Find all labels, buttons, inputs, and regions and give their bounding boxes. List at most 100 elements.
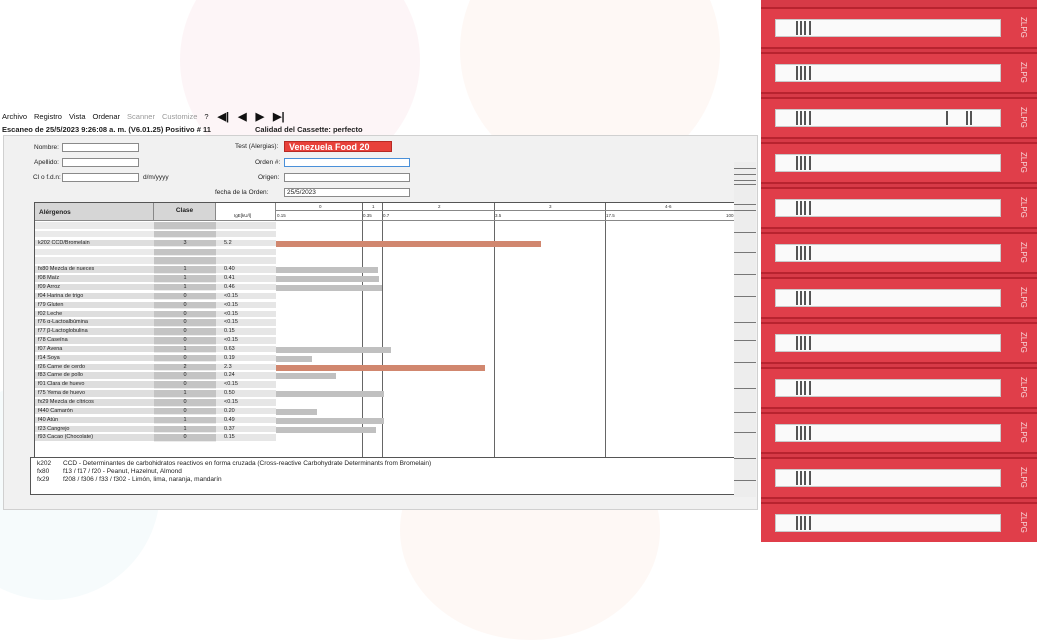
table-row[interactable] — [35, 222, 276, 230]
strip-window — [775, 199, 1001, 217]
table-row[interactable]: f440 Camarón 0 0.20 — [35, 407, 276, 416]
allergen-name: f83 Carne de pollo — [35, 372, 154, 380]
dob-hint: d/m/yyyy — [143, 174, 169, 181]
allergen-class: 0 — [154, 292, 216, 301]
table-row[interactable]: k202 CCD/Bromelain 3 5.2 — [35, 239, 276, 248]
table-row[interactable]: f40 Atún 1 0.49 — [35, 416, 276, 425]
control-line — [809, 21, 811, 35]
control-line — [796, 516, 798, 530]
table-row[interactable]: fx29 Mezcla de cítricos 0 <0.15 — [35, 399, 276, 407]
table-row[interactable]: f93 Cacao (Chocolate) 0 0.15 — [35, 434, 276, 442]
control-line — [809, 516, 811, 530]
table-row[interactable]: f09 Arroz 1 0.46 — [35, 283, 276, 292]
strip-window — [775, 424, 1001, 442]
allergen-class: 2 — [154, 363, 216, 372]
allergen-value: 0.15 — [216, 434, 276, 442]
control-line — [809, 156, 811, 170]
note-line: k202 CCD - Determinantes de carbohidratos… — [37, 460, 731, 468]
note-code: k202 — [37, 460, 52, 467]
ige-bar — [276, 240, 542, 247]
origen-input[interactable] — [284, 173, 410, 182]
first-record-icon[interactable]: ◀| — [218, 110, 230, 123]
strip-window — [775, 469, 1001, 487]
table-row[interactable] — [35, 230, 276, 239]
nombre-input[interactable] — [62, 143, 139, 152]
cassette-strip: ZLPG — [761, 367, 1037, 409]
menu-help[interactable]: ? — [204, 112, 208, 121]
orden-input[interactable] — [284, 158, 410, 167]
table-row[interactable]: f04 Harina de trigo 0 <0.15 — [35, 292, 276, 301]
allergen-class: 1 — [154, 266, 216, 274]
allergen-name: f23 Cangrejo — [35, 425, 154, 434]
concentration-tick: 0.15 — [277, 213, 286, 218]
menu-archivo[interactable]: Archivo — [2, 112, 27, 121]
allergen-class: 1 — [154, 275, 216, 283]
table-row[interactable]: f78 Caseína 0 <0.15 — [35, 337, 276, 345]
table-row[interactable]: f76 α-Lactoalbúmina 0 <0.15 — [35, 319, 276, 327]
allergen-class — [154, 230, 216, 239]
control-line — [804, 516, 806, 530]
table-row[interactable]: f83 Carne de pollo 0 0.24 — [35, 372, 276, 380]
control-line — [800, 381, 802, 395]
control-line — [800, 516, 802, 530]
fecha-input[interactable]: 25/5/2023 — [284, 188, 410, 197]
table-row[interactable]: f02 Leche 0 <0.15 — [35, 310, 276, 318]
header-divider — [276, 220, 741, 221]
strip-line — [734, 340, 756, 341]
table-row[interactable] — [35, 257, 276, 265]
table-row[interactable]: f23 Cangrejo 1 0.37 — [35, 425, 276, 434]
cassette-strip: ZLPG — [761, 457, 1037, 499]
note-code: fx29 — [37, 476, 50, 483]
strip-label: ZLPG — [1019, 377, 1028, 398]
control-line — [809, 201, 811, 215]
control-line — [809, 291, 811, 305]
next-record-icon[interactable]: ▶ — [256, 110, 264, 123]
class-tick: 4-6 — [665, 204, 672, 209]
last-record-icon[interactable]: ▶| — [273, 110, 285, 123]
menu-registro[interactable]: Registro — [34, 112, 62, 121]
control-line — [809, 381, 811, 395]
table-row[interactable]: f08 Maíz 1 0.41 — [35, 275, 276, 283]
control-line — [796, 291, 798, 305]
table-row[interactable]: f07 Avena 1 0.63 — [35, 345, 276, 354]
menu-customize[interactable]: Customize — [162, 112, 197, 121]
table-row[interactable]: fx80 Mezcla de nueces 1 0.40 — [35, 266, 276, 274]
strip-preview-pane[interactable] — [734, 162, 756, 497]
control-line — [809, 66, 811, 80]
cassette-strip: ZLPG — [761, 142, 1037, 184]
ige-bar — [276, 426, 376, 433]
ige-bar — [276, 276, 379, 283]
class-tick: 2 — [438, 204, 441, 209]
allergen-name: f79 Gluten — [35, 301, 154, 310]
table-row[interactable]: f26 Carne de cerdo 2 2.3 — [35, 363, 276, 372]
control-line — [809, 246, 811, 260]
nombre-label: Nombre: — [34, 144, 59, 151]
control-line — [804, 201, 806, 215]
control-line — [804, 291, 806, 305]
allergen-value: 2.3 — [216, 363, 276, 372]
table-row[interactable]: f79 Gluten 0 <0.15 — [35, 301, 276, 310]
allergen-value — [216, 257, 276, 265]
menu-scanner[interactable]: Scanner — [127, 112, 155, 121]
table-row[interactable]: f77 β-Lactoglobulina 0 0.15 — [35, 328, 276, 336]
strip-label: ZLPG — [1019, 62, 1028, 83]
table-row[interactable]: f75 Yema de huevo 1 0.50 — [35, 390, 276, 398]
control-line — [796, 246, 798, 260]
apellido-input[interactable] — [62, 158, 139, 167]
strip-window — [775, 64, 1001, 82]
dob-input[interactable] — [62, 173, 139, 182]
test-select[interactable]: Venezuela Food 20 — [284, 141, 392, 152]
menu-vista[interactable]: Vista — [69, 112, 86, 121]
previous-record-icon[interactable]: ◀ — [238, 110, 246, 123]
note-code: fx80 — [37, 468, 50, 475]
table-row[interactable]: f14 Soya 0 0.19 — [35, 354, 276, 363]
strip-line — [734, 174, 756, 175]
table-row[interactable] — [35, 248, 276, 257]
menu-ordenar[interactable]: Ordenar — [93, 112, 121, 121]
orden-label: Orden #: — [255, 159, 281, 166]
cassette-strip: ZLPG — [761, 7, 1037, 49]
table-row[interactable]: f01 Clara de huevo 0 <0.15 — [35, 381, 276, 389]
allergen-class: 0 — [154, 319, 216, 327]
allergen-value: 5.2 — [216, 239, 276, 248]
control-line — [800, 291, 802, 305]
